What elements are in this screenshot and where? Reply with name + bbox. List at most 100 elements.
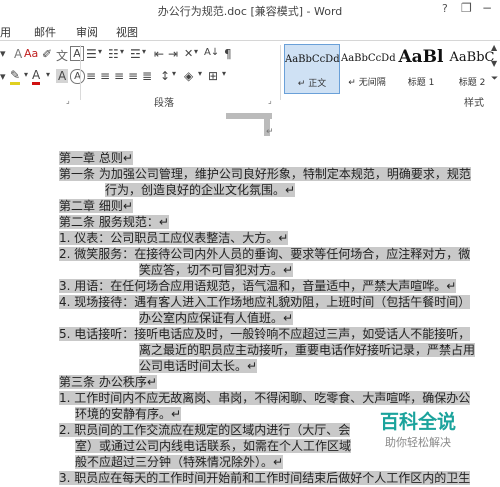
align-left-icon[interactable]: ≡	[86, 69, 96, 83]
doc-line-text: 1. 仪表：公司职员工应仪表整洁、大方。↵	[59, 231, 289, 245]
doc-line-text: 5. 电话接听：接听电话应及时，一般铃响不应超过三声，如受话人不能接听，	[59, 327, 471, 341]
style-heading-1[interactable]: AaBl 标题 1	[396, 44, 446, 92]
tab-partial[interactable]: 用	[0, 24, 11, 40]
doc-line[interactable]: 3. 用语：在任何场合应用语规范，语气温和，音量适中，严禁大声喧哗。↵	[59, 278, 479, 295]
doc-line[interactable]: 笑应答，切不可冒犯对方。↵	[139, 262, 294, 279]
styles-scroll-down-icon[interactable]: ▼	[491, 59, 497, 68]
doc-line-text: 公司电话时间太长。↵	[139, 359, 258, 373]
highlight-dropdown-icon[interactable]: ▾	[24, 70, 28, 79]
align-right-icon[interactable]: ≡	[114, 69, 124, 83]
line-spacing-icon[interactable]: ↕	[160, 69, 170, 83]
doc-line[interactable]: 3. 职员应在每天的工作时间开始前和工作时间结束后做好个人工作区内的卫生	[59, 470, 479, 487]
shading-icon[interactable]: ◈	[184, 69, 193, 83]
doc-line[interactable]: 离之最近的职员应主动接听，重要电话作好接听记录，严禁占用	[139, 342, 479, 359]
title-bar: 办公行为规范.doc [兼容模式] - Word ? ❐ −	[0, 0, 500, 22]
doc-line-text: 4. 现场接待：遇有客人进入工作场地应礼貌劝阻，上班时间（包括午餐时间）	[59, 295, 471, 309]
doc-line-text: 2. 微笑服务：在接待公司内外人员的垂询、要求等任何场合，应注释对方，微	[59, 247, 471, 261]
multilevel-dropdown-icon[interactable]: ▾	[142, 47, 146, 56]
styles-more-icon[interactable]: ⏷	[491, 74, 498, 84]
font-color-icon[interactable]: A	[32, 69, 41, 85]
distributed-icon[interactable]: ≣	[142, 69, 152, 83]
tab-review[interactable]: 审阅	[76, 24, 98, 40]
doc-line-text: 第二条 服务规范：↵	[59, 215, 169, 229]
doc-line[interactable]: 5. 电话接听：接听电话应及时，一般铃响不应超过三声，如受话人不能接听，	[59, 326, 479, 343]
style-name: 标题 2	[458, 78, 486, 88]
watermark-brand: 百科全说	[379, 411, 456, 433]
doc-line[interactable]: 第一章 总则↵	[59, 150, 133, 167]
numbering-dropdown-icon[interactable]: ▾	[120, 47, 124, 56]
doc-line[interactable]: 环境的安静有序。↵	[75, 406, 182, 423]
character-border-icon[interactable]: A	[70, 69, 85, 84]
ribbon-tabs: 用 邮件 审阅 视图	[0, 22, 500, 42]
multilevel-list-icon[interactable]: ☲	[130, 47, 141, 61]
font-size-dropdown-icon[interactable]: ▾	[0, 47, 6, 60]
doc-line[interactable]: 2. 职员间的工作交流应在规定的区域内进行（大厅、会	[59, 422, 351, 439]
watermark-logo: 百科全说 助你轻松解决	[363, 405, 473, 455]
minimize-button[interactable]: −	[482, 1, 492, 15]
paragraph-mark-icon: ↵	[266, 127, 274, 137]
line-spacing-dropdown-icon[interactable]: ▾	[172, 69, 176, 78]
doc-line[interactable]: 1. 仪表：公司职员工应仪表整洁、大方。↵	[59, 230, 289, 247]
style-sample: AaBbCcDd	[285, 54, 340, 65]
phonetic-guide-icon[interactable]: 文	[56, 47, 68, 64]
style-sample: AaBbCcDd	[341, 53, 396, 64]
doc-line-text: 1. 工作时间内不应无故离岗、串岗，不得闲聊、吃零食、大声喧哗，确保办公	[59, 391, 471, 405]
font-dialog-launcher-icon[interactable]: ⌟	[66, 96, 70, 105]
doc-line[interactable]: 第一条 为加强公司管理，维护公司良好形象，特制定本规范，明确要求，规范	[59, 166, 477, 183]
doc-line-text: 笑应答，切不可冒犯对方。↵	[139, 263, 294, 277]
borders-dropdown-icon[interactable]: ▾	[222, 69, 226, 78]
show-hide-marks-icon[interactable]: ¶	[224, 47, 232, 61]
doc-line[interactable]: 般不应超过三分钟（特殊情况除外）。↵	[75, 454, 284, 471]
chinese-layout-dropdown-icon[interactable]: ▾	[194, 47, 198, 56]
style-heading-2[interactable]: AaBbC 标题 2	[449, 44, 495, 92]
style-name: ↵ 正文	[297, 79, 327, 89]
watermark-slogan: 助你轻松解决	[385, 436, 451, 449]
ribbon: ▾ A Aa ✐ 文 A ▾ ✎ ▾ A ▾ A A ☰ ▾ ☷ ▾ ☲ ▾ ⇤…	[0, 40, 500, 109]
doc-line[interactable]: 2. 微笑服务：在接待公司内外人员的垂询、要求等任何场合，应注释对方，微	[59, 246, 479, 263]
doc-line-text: 室）或通过公司内线电话联系，如需在个人工作区域	[75, 439, 352, 453]
restore-button[interactable]: ❐	[461, 1, 472, 15]
style-sample: AaBl	[398, 47, 444, 67]
paragraph-dialog-launcher-icon[interactable]: ⌟	[268, 96, 272, 105]
grow-font-icon[interactable]: A	[14, 47, 22, 61]
group-separator	[280, 45, 281, 100]
bullets-icon[interactable]: ☰	[86, 47, 97, 61]
numbering-icon[interactable]: ☷	[108, 47, 119, 61]
align-center-icon[interactable]: ≡	[100, 69, 110, 83]
style-no-spacing[interactable]: AaBbCcDd ↵ 无间隔	[341, 44, 396, 92]
doc-line[interactable]: 4. 现场接待：遇有客人进入工作场地应礼貌劝阻，上班时间（包括午餐时间）	[59, 294, 479, 311]
doc-line[interactable]: 室）或通过公司内线电话联系，如需在个人工作区域	[75, 438, 352, 455]
font-dropdown-icon[interactable]: ▾	[0, 70, 6, 83]
tab-mailings[interactable]: 邮件	[34, 24, 56, 40]
help-button[interactable]: ?	[442, 2, 448, 15]
chinese-layout-icon[interactable]: ✕	[184, 47, 193, 60]
tab-view[interactable]: 视图	[116, 24, 138, 40]
doc-line-text: 第二章 细则↵	[59, 199, 133, 213]
bullets-dropdown-icon[interactable]: ▾	[98, 47, 102, 56]
doc-line[interactable]: 行为，创造良好的企业文化氛围。↵	[105, 182, 296, 199]
enclose-character-icon[interactable]: A	[70, 46, 84, 61]
change-case-icon[interactable]: Aa	[24, 47, 38, 60]
shading-dropdown-icon[interactable]: ▾	[198, 69, 202, 78]
doc-line[interactable]: 第二章 细则↵	[59, 198, 133, 215]
decrease-indent-icon[interactable]: ⇤	[154, 47, 164, 61]
styles-scroll-up-icon[interactable]: ▲	[491, 43, 497, 52]
character-shading-icon[interactable]: A	[56, 69, 69, 83]
sort-icon[interactable]: A↓	[204, 47, 219, 58]
doc-line[interactable]: 第三条 办公秩序↵	[59, 374, 157, 391]
text-highlight-color-icon[interactable]: ✎	[10, 69, 21, 85]
style-normal[interactable]: AaBbCcDd ↵ 正文	[284, 44, 340, 94]
doc-line-text: 行为，创造良好的企业文化氛围。↵	[105, 183, 296, 197]
doc-line[interactable]: 公司电话时间太长。↵	[139, 358, 258, 375]
justify-icon[interactable]: ≡	[128, 69, 138, 83]
doc-line-text: 第三条 办公秩序↵	[59, 375, 157, 389]
doc-line-text: 2. 职员间的工作交流应在规定的区域内进行（大厅、会	[59, 423, 351, 437]
doc-line-text: 离之最近的职员应主动接听，重要电话作好接听记录，严禁占用	[139, 343, 476, 357]
doc-line[interactable]: 第二条 服务规范：↵	[59, 214, 169, 231]
clear-format-icon[interactable]: ✐	[42, 47, 52, 61]
increase-indent-icon[interactable]: ⇥	[168, 47, 178, 61]
doc-line-text: 3. 职员应在每天的工作时间开始前和工作时间结束后做好个人工作区内的卫生	[59, 471, 471, 485]
doc-line[interactable]: 办公室内应保证有人值班。↵	[139, 310, 294, 327]
font-color-dropdown-icon[interactable]: ▾	[46, 70, 50, 79]
borders-icon[interactable]: ⊞	[208, 69, 218, 83]
